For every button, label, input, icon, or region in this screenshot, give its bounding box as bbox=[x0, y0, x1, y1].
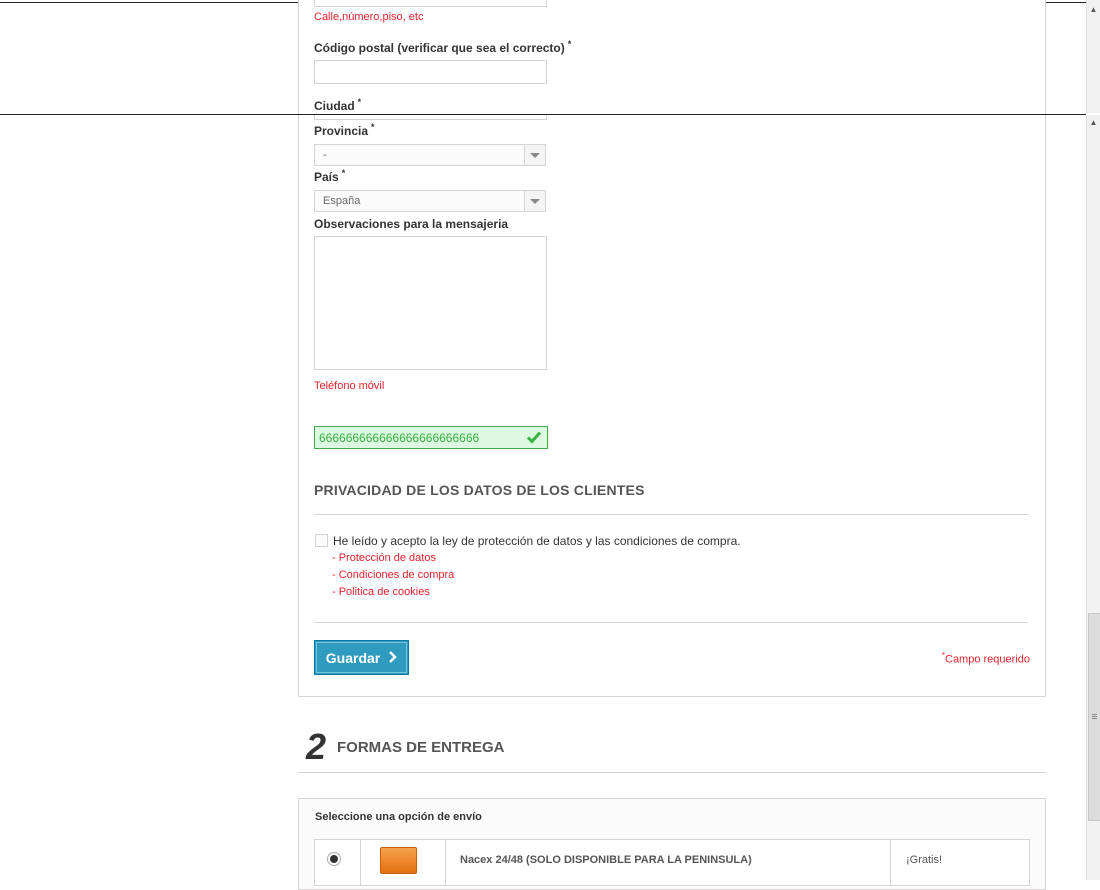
postal-code-input[interactable] bbox=[314, 60, 547, 84]
city-label: Ciudad * bbox=[314, 97, 362, 113]
shipping-option-price: ¡Gratis! bbox=[906, 854, 943, 866]
country-select[interactable]: España bbox=[314, 190, 546, 212]
scrollbar-main[interactable]: ▲ bbox=[1086, 115, 1100, 880]
province-select-value: - bbox=[323, 149, 327, 161]
link-purchase-conditions[interactable]: - Condiciones de compra bbox=[332, 569, 454, 581]
checkmark-icon bbox=[526, 429, 542, 448]
delivery-title: FORMAS DE ENTREGA bbox=[337, 739, 505, 756]
divider bbox=[314, 622, 1028, 623]
shipping-option-name: Nacex 24/48 (SOLO DISPONIBLE PARA LA PEN… bbox=[460, 854, 752, 866]
save-button-label: Guardar bbox=[325, 649, 381, 666]
link-cookie-policy[interactable]: - Politica de cookies bbox=[332, 586, 430, 598]
mobile-input-value: 666666666666666666666666 bbox=[319, 431, 480, 445]
observations-textarea[interactable] bbox=[314, 236, 547, 370]
link-data-protection[interactable]: - Protección de datos bbox=[332, 552, 436, 564]
scroll-up-arrow-icon[interactable]: ▲ bbox=[1089, 5, 1098, 14]
step-number: 2 bbox=[306, 726, 327, 767]
scrollbar-thumb[interactable] bbox=[1088, 613, 1100, 821]
province-label: Provincia * bbox=[314, 122, 375, 138]
scrollbar-upper[interactable]: ▲ bbox=[1086, 0, 1100, 113]
chevron-down-icon[interactable] bbox=[524, 191, 545, 211]
privacy-accept-text: He leído y acepto la ley de protección d… bbox=[333, 534, 741, 548]
save-button[interactable]: Guardar bbox=[314, 640, 409, 675]
required-field-note: *Campo requerido bbox=[941, 651, 1030, 666]
carrier-logo bbox=[380, 847, 417, 874]
shipping-select-label: Seleccione una opción de envío bbox=[315, 811, 482, 823]
privacy-accept-checkbox[interactable] bbox=[315, 534, 328, 547]
scroll-up-arrow-icon[interactable]: ▲ bbox=[1089, 118, 1098, 127]
mobile-label: Teléfono móvil bbox=[314, 380, 385, 392]
city-input[interactable] bbox=[314, 115, 547, 120]
province-select[interactable]: - bbox=[314, 144, 546, 166]
chevron-down-icon[interactable] bbox=[524, 145, 545, 165]
country-select-value: España bbox=[323, 195, 361, 207]
postal-code-label: Código postal (verificar que sea el corr… bbox=[314, 39, 572, 55]
chevron-right-icon bbox=[388, 650, 398, 666]
address-input[interactable] bbox=[314, 0, 547, 7]
country-label: País * bbox=[314, 168, 346, 184]
address-hint: Calle,número,piso, etc bbox=[314, 11, 424, 23]
observations-label: Observaciones para la mensajeria bbox=[314, 217, 509, 231]
divider bbox=[298, 772, 1046, 773]
divider bbox=[314, 514, 1028, 515]
shipping-radio[interactable] bbox=[330, 855, 338, 863]
privacy-title: PRIVACIDAD DE LOS DATOS DE LOS CLIENTES bbox=[314, 482, 645, 498]
mobile-input[interactable]: 666666666666666666666666 bbox=[314, 426, 548, 449]
